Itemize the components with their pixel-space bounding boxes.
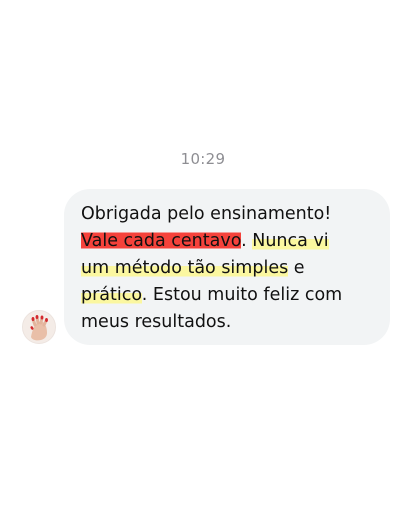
- message-segment: meus resultados.: [81, 312, 232, 332]
- message-segment: . Estou muito feliz com: [141, 285, 343, 305]
- hand-nails-icon: [23, 311, 55, 343]
- yellow-highlight-text: Nunca vi: [252, 231, 329, 251]
- yellow-highlight-text: um método tão simples: [81, 258, 289, 278]
- sender-avatar[interactable]: [22, 310, 56, 344]
- message-segment: .: [241, 231, 253, 251]
- red-highlight-text: Vale cada centavo: [81, 231, 242, 251]
- message-line: Obrigada pelo ensinamento!: [81, 201, 380, 228]
- message-text: Obrigada pelo ensinamento! Vale cada cen…: [81, 201, 380, 336]
- message-line: um método tão simples e: [81, 255, 380, 282]
- message-segment: Obrigada pelo ensinamento!: [81, 204, 332, 224]
- message-segment: e: [288, 258, 305, 278]
- yellow-highlight-text: prático: [81, 285, 142, 305]
- message-line: prático. Estou muito feliz com: [81, 282, 380, 309]
- message-timestamp: 10:29: [180, 150, 226, 168]
- message-line: Vale cada centavo. Nunca vi: [81, 228, 380, 255]
- message-line: meus resultados.: [81, 309, 380, 336]
- received-message-bubble[interactable]: Obrigada pelo ensinamento! Vale cada cen…: [64, 189, 390, 345]
